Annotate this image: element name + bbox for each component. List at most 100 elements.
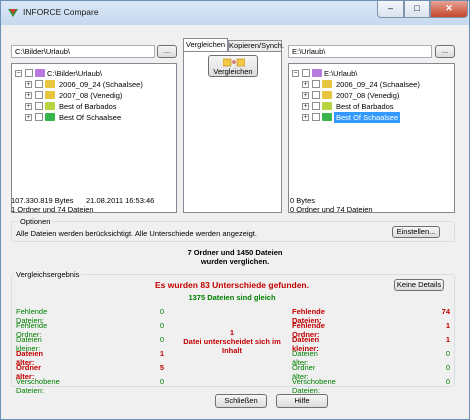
result-value: 0	[445, 349, 450, 358]
result-value: 5	[159, 363, 164, 372]
expand-icon[interactable]: +	[25, 114, 32, 121]
left-stats-count: 1 Ordner und 74 Dateien	[11, 205, 94, 214]
tree-node[interactable]: +2006_09_24 (Schaalsee)	[302, 79, 452, 90]
result-value: 0	[445, 377, 450, 386]
tab-kopieren-synch[interactable]: Kopieren/Synch.	[228, 40, 284, 51]
result-value: 74	[441, 307, 450, 316]
settings-button[interactable]: Einstellen...	[392, 226, 440, 238]
tree-node-label: Best Of Schaalsee	[334, 112, 401, 123]
tree-checkbox[interactable]	[312, 80, 320, 88]
details-button[interactable]: Keine Details	[394, 279, 444, 291]
folder-icon	[45, 113, 55, 121]
window-title: INFORCE Compare	[23, 7, 99, 17]
tree-node[interactable]: +2006_09_24 (Schaalsee)	[25, 79, 175, 90]
folder-icon	[45, 102, 55, 110]
folder-icon	[322, 113, 332, 121]
close-window-button[interactable]: ✕	[430, 1, 468, 18]
right-browse-button[interactable]: ...	[435, 45, 455, 58]
tree-node-label: 2007_08 (Venedig)	[336, 91, 400, 100]
compare-folders-icon	[223, 58, 245, 67]
tree-node[interactable]: +2007_08 (Venedig)	[302, 90, 452, 101]
right-stats-size: 0 Bytes	[290, 196, 316, 205]
result-value: 0	[445, 363, 450, 372]
result-value: 0	[159, 321, 164, 330]
tree-node[interactable]: + Best of Barbados	[25, 101, 175, 112]
result-value: 1	[445, 335, 450, 344]
result-value: 0	[159, 307, 164, 316]
tree-node-label: 2006_09_24 (Schaalsee)	[336, 80, 420, 89]
tree-root-node[interactable]: − E:\Urlaub\	[292, 68, 442, 79]
tab-panel: Vergleichen	[183, 51, 282, 213]
tree-node-label: 2006_09_24 (Schaalsee)	[59, 80, 143, 89]
left-path-input[interactable]: C:\Bilder\Urlaub\	[11, 45, 155, 58]
minimize-button[interactable]: –	[377, 1, 404, 18]
folder-icon	[322, 102, 332, 110]
tree-node-label: C:\Bilder\Urlaub\	[47, 69, 103, 78]
left-browse-button[interactable]: ...	[157, 45, 177, 58]
result-same-count: 1375 Dateien sind gleich	[188, 293, 276, 302]
compare-button[interactable]: Vergleichen	[208, 55, 258, 77]
folder-icon	[322, 80, 332, 88]
maximize-button[interactable]: □	[404, 1, 430, 18]
summary-line1: 7 Ordner und 1450 Dateien	[187, 248, 283, 257]
left-stats-size-date: 107.330.819 Bytes 21.08.2011 16:53:46	[11, 196, 155, 205]
right-folder-tree[interactable]: − E:\Urlaub\ +2006_09_24 (Schaalsee) +2007_…	[288, 63, 455, 213]
tree-checkbox[interactable]	[312, 102, 320, 110]
tree-node[interactable]: + Best Of Schaalsee	[302, 112, 452, 123]
tree-checkbox[interactable]	[35, 102, 43, 110]
result-headline: Es wurden 83 Unterschiede gefunden.	[155, 280, 309, 290]
expand-icon[interactable]: +	[25, 92, 32, 99]
tree-root-node[interactable]: − C:\Bilder\Urlaub\	[15, 68, 165, 79]
middle-diff-line2: Inhalt	[222, 346, 242, 355]
expand-icon[interactable]: +	[302, 81, 309, 88]
title-bar[interactable]: INFORCE Compare – □ ✕	[1, 1, 469, 25]
help-button[interactable]: Hilfe	[276, 394, 328, 408]
left-folder-tree[interactable]: − C:\Bilder\Urlaub\ +2006_09_24 (Schaalsee…	[11, 63, 177, 213]
result-title: Vergleichsergebnis	[14, 270, 82, 279]
folder-icon	[322, 91, 332, 99]
tree-node-label: E:\Urlaub\	[324, 69, 358, 78]
compare-button-label: Vergleichen	[213, 67, 253, 76]
result-label: Verschobene Dateien:	[16, 377, 60, 395]
tree-checkbox[interactable]	[25, 69, 33, 77]
tree-node[interactable]: + Best of Barbados	[302, 101, 452, 112]
tab-vergleichen[interactable]: Vergleichen	[183, 38, 228, 51]
collapse-icon[interactable]: −	[15, 70, 22, 77]
result-value: 0	[159, 377, 164, 386]
folder-icon	[35, 69, 45, 77]
tree-checkbox[interactable]	[302, 69, 310, 77]
tree-checkbox[interactable]	[35, 91, 43, 99]
tree-checkbox[interactable]	[35, 80, 43, 88]
options-text: Alle Dateien werden berücksichtigt. Alle…	[16, 229, 257, 238]
tree-node[interactable]: +2007_08 (Venedig)	[25, 90, 175, 101]
folder-icon	[45, 91, 55, 99]
result-group: Vergleichsergebnis Es wurden 83 Untersch…	[11, 270, 455, 395]
options-title: Optionen	[18, 217, 53, 226]
right-path-input[interactable]: E:\Urlaub\	[288, 45, 432, 58]
tree-node-label: 2007_08 (Venedig)	[59, 91, 123, 100]
folder-icon	[312, 69, 322, 77]
expand-icon[interactable]: +	[302, 103, 309, 110]
right-stats-count: 0 Ordner und 74 Dateien	[290, 205, 373, 214]
tree-node-label: Best of Barbados	[336, 102, 394, 111]
expand-icon[interactable]: +	[302, 92, 309, 99]
options-group: Optionen Alle Dateien werden berücksicht…	[11, 217, 455, 242]
tree-node-label: Best Of Schaalsee	[59, 113, 122, 122]
summary-line2: wurden verglichen.	[200, 257, 270, 266]
main-panel: C:\Bilder\Urlaub\ ... − C:\Bilder\Urlaub\…	[7, 25, 463, 413]
tree-checkbox[interactable]	[312, 113, 320, 121]
middle-diff-count: 1	[229, 328, 235, 337]
tree-node-label: Best of Barbados	[59, 102, 117, 111]
tree-node[interactable]: + Best Of Schaalsee	[25, 112, 175, 123]
close-button[interactable]: Schließen	[215, 394, 267, 408]
tree-checkbox[interactable]	[35, 113, 43, 121]
expand-icon[interactable]: +	[25, 81, 32, 88]
expand-icon[interactable]: +	[302, 114, 309, 121]
app-window: INFORCE Compare – □ ✕ C:\Bilder\Urlaub\ …	[0, 0, 470, 420]
result-value: 0	[159, 335, 164, 344]
app-icon	[8, 9, 18, 17]
folder-icon	[45, 80, 55, 88]
expand-icon[interactable]: +	[25, 103, 32, 110]
collapse-icon[interactable]: −	[292, 70, 299, 77]
tree-checkbox[interactable]	[312, 91, 320, 99]
